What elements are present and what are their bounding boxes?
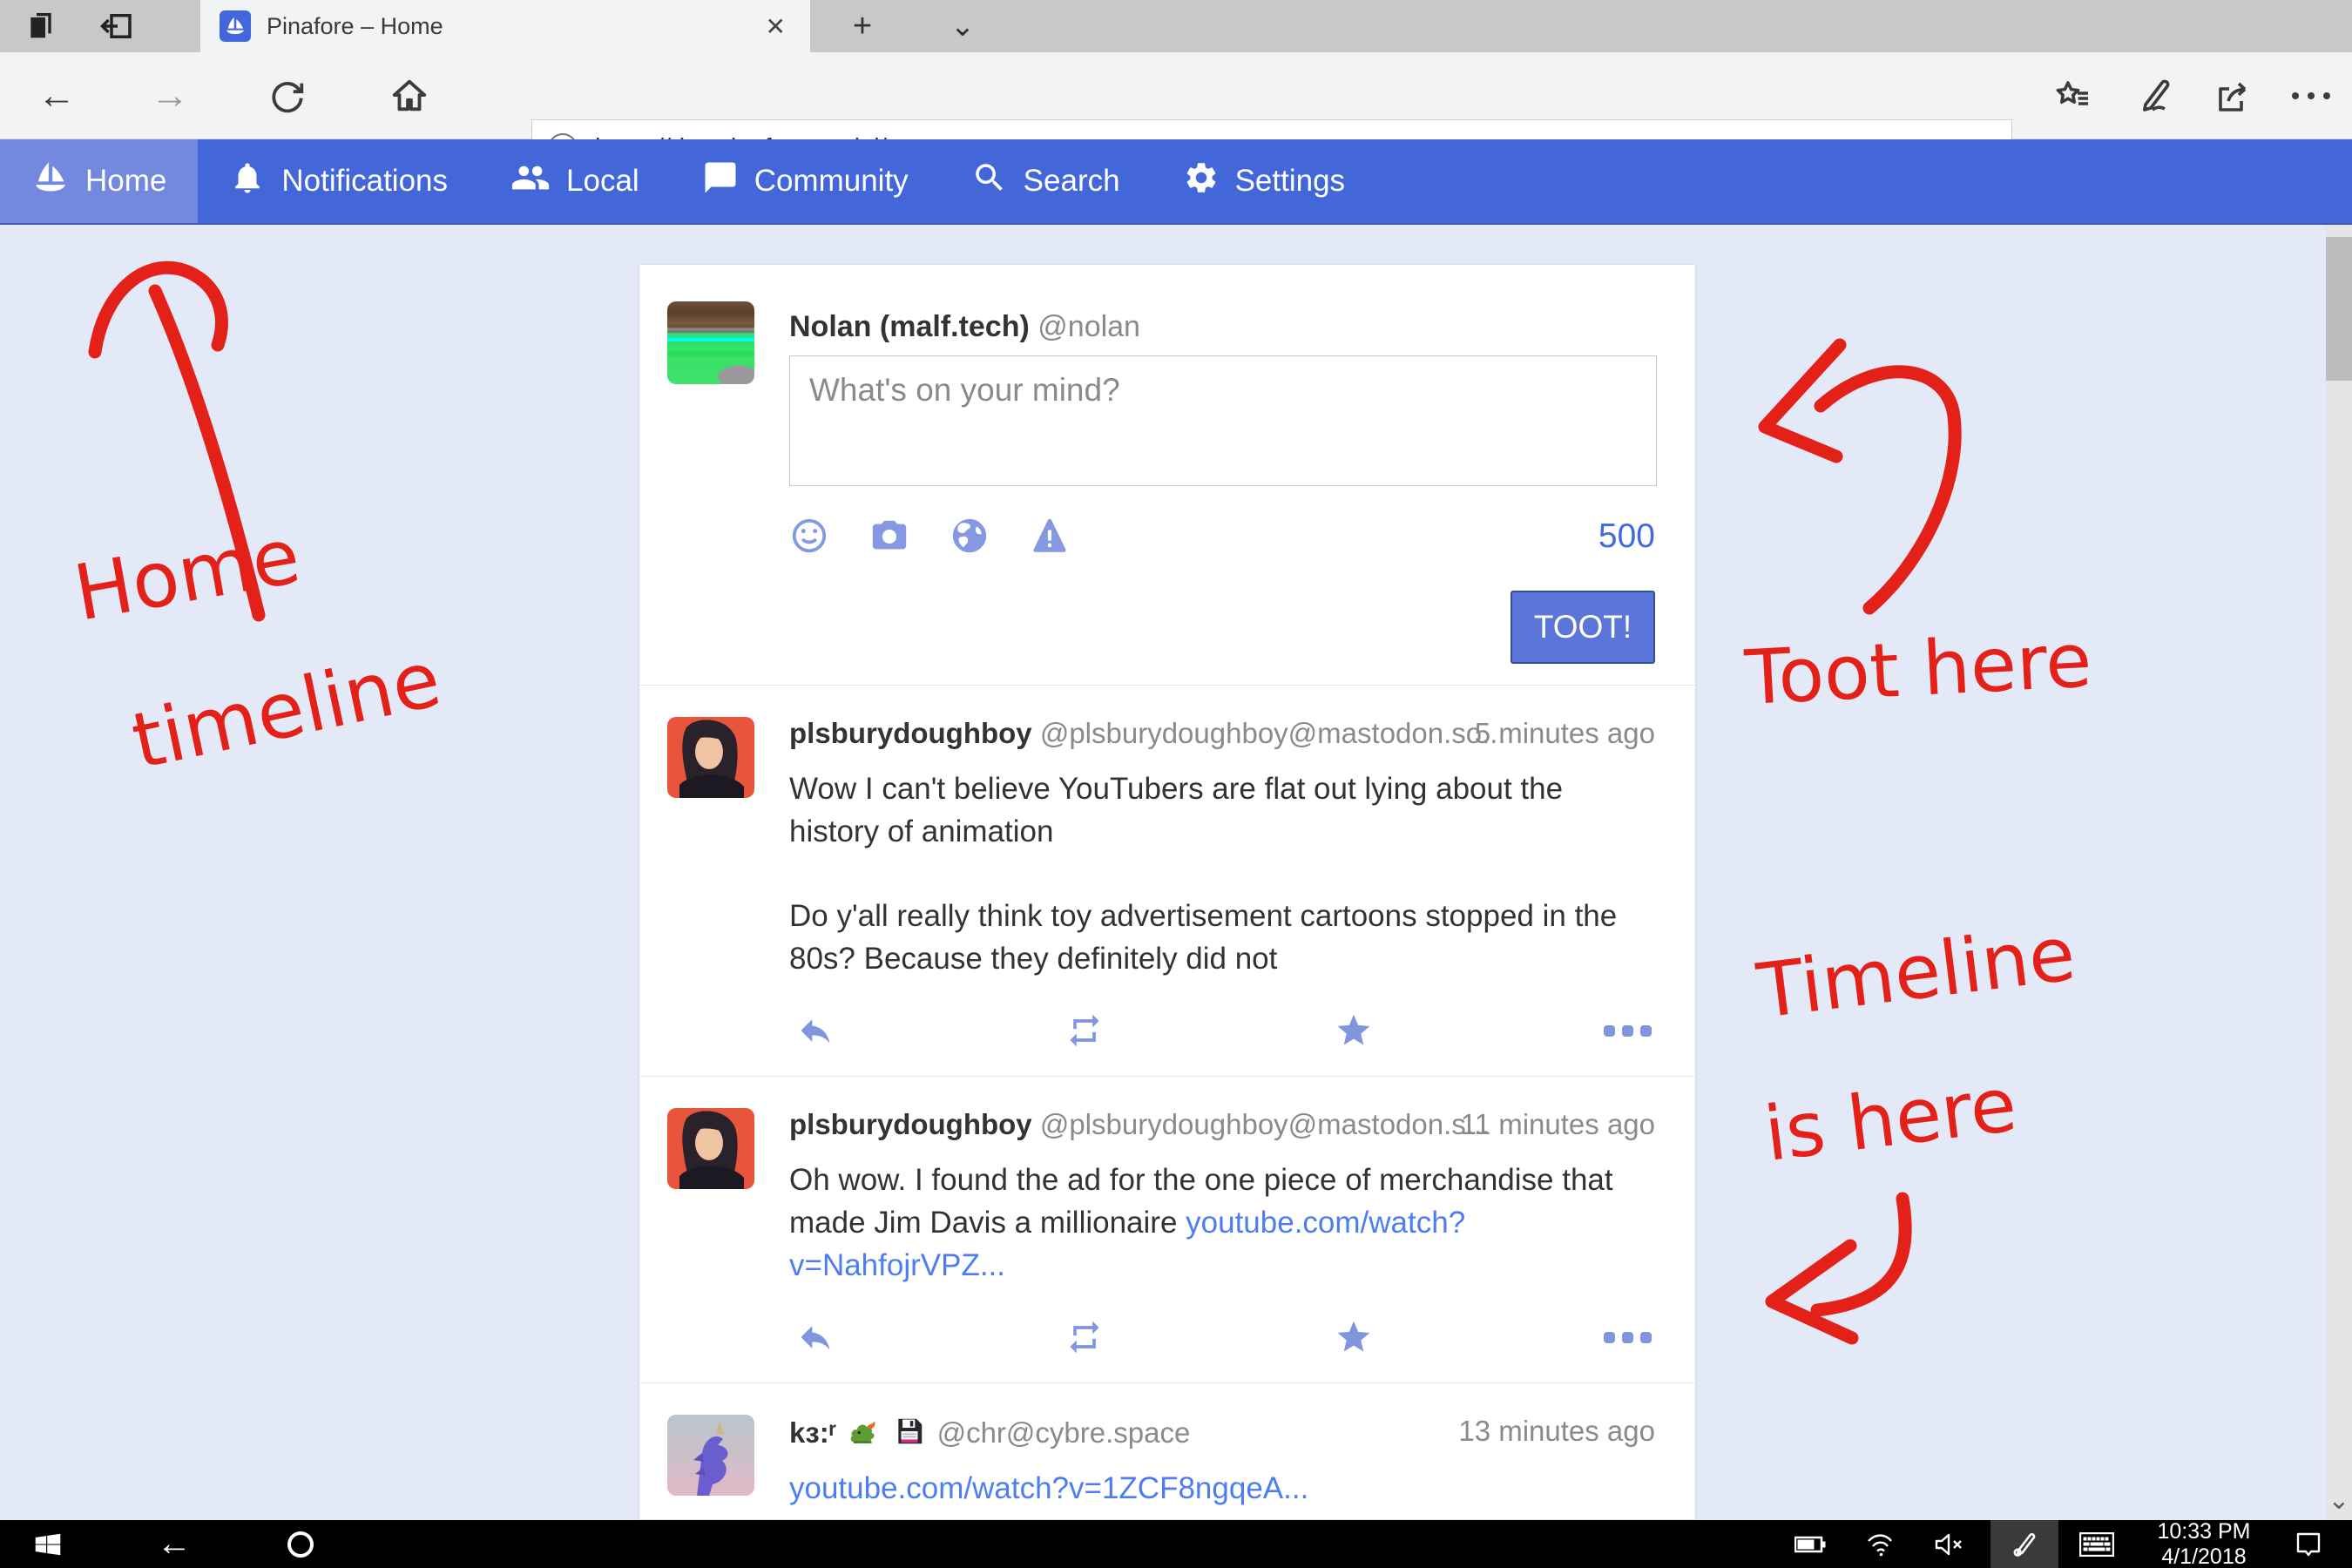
dragon-emoji	[847, 1415, 880, 1448]
avatar[interactable]	[667, 301, 754, 384]
more-options-icon[interactable]	[2272, 52, 2350, 139]
more-options-icon[interactable]	[1604, 1318, 1652, 1356]
pinafore-favicon	[220, 10, 251, 42]
toot-link[interactable]: youtube.com/watch?v=1ZCF8ngqeA...	[789, 1471, 1308, 1505]
browser-tab[interactable]: Pinafore – Home ✕	[200, 0, 810, 52]
new-tab-button[interactable]: +	[832, 0, 893, 52]
taskbar-clock[interactable]: 10:33 PM 4/1/2018	[2134, 1520, 2274, 1568]
boost-icon[interactable]	[1065, 1011, 1104, 1050]
boost-icon[interactable]	[1065, 1318, 1104, 1356]
people-icon	[510, 158, 551, 206]
action-center-icon[interactable]	[2278, 1520, 2339, 1568]
back-button[interactable]: ←	[17, 52, 96, 139]
set-tabs-aside-icon[interactable]	[87, 0, 148, 52]
more-options-icon[interactable]	[1604, 1011, 1652, 1050]
display-name[interactable]: plsburydoughboy	[789, 717, 1032, 749]
toot-item: 13 minutes ago kз:ʳ @chr@cybre.space you…	[639, 1382, 1695, 1520]
nav-label: Community	[754, 164, 909, 199]
nav-tab-settings[interactable]: Settings	[1152, 139, 1376, 223]
battery-icon[interactable]	[1784, 1520, 1836, 1568]
content-warning-icon[interactable]	[1030, 516, 1070, 556]
display-name[interactable]: kз:ʳ	[789, 1416, 836, 1449]
bell-icon	[229, 159, 266, 204]
avatar[interactable]	[667, 1415, 754, 1496]
tab-list-chevron-icon[interactable]: ⌄	[932, 0, 993, 52]
scrollbar-down-arrow[interactable]: ⌄	[2326, 1482, 2352, 1518]
timeline-column: Nolan (malf.tech) @nolan 500 TOOT!	[639, 264, 1696, 1520]
scrollbar-thumb[interactable]	[2326, 237, 2352, 381]
tab-close-icon[interactable]: ✕	[760, 12, 791, 41]
toot-item: 5 minutes ago plsburydoughboy @plsburydo…	[639, 685, 1695, 1076]
toot-button[interactable]: TOOT!	[1511, 591, 1655, 664]
tab-preview-icon[interactable]	[10, 0, 71, 52]
search-icon	[971, 159, 1008, 204]
touch-keyboard-icon[interactable]	[2066, 1520, 2127, 1568]
nav-tab-community[interactable]: Community	[671, 139, 940, 223]
pinafore-page: Nolan (malf.tech) @nolan 500 TOOT!	[0, 225, 2352, 1520]
browser-toolbar: ← → i https://dev.pinafore.social/	[0, 52, 2352, 139]
start-button[interactable]	[17, 1520, 78, 1568]
home-button[interactable]	[370, 52, 449, 139]
web-note-pen-button[interactable]	[2115, 52, 2193, 139]
avatar[interactable]	[667, 1108, 754, 1189]
favorite-star-icon[interactable]	[1335, 1318, 1373, 1356]
nav-tab-search[interactable]: Search	[940, 139, 1152, 223]
nav-label: Settings	[1235, 164, 1345, 199]
reply-icon[interactable]	[796, 1011, 835, 1050]
sailboat-icon	[31, 159, 70, 205]
favorite-star-icon[interactable]	[1335, 1011, 1373, 1050]
toot-text: Oh wow. I found the ad for the one piece…	[789, 1159, 1655, 1287]
refresh-button[interactable]	[248, 52, 327, 139]
char-count: 500	[1598, 517, 1655, 556]
nav-label: Local	[566, 164, 639, 199]
avatar[interactable]	[667, 717, 754, 798]
chat-bubble-icon	[702, 159, 739, 204]
toot-timestamp: 13 minutes ago	[1458, 1415, 1655, 1448]
account-handle: @nolan	[1037, 310, 1140, 343]
cortana-button[interactable]	[270, 1520, 331, 1568]
nav-label: Search	[1024, 164, 1120, 199]
reply-icon[interactable]	[796, 1318, 835, 1356]
account-handle[interactable]: @plsburydoughboy@mastodon.so...	[1040, 717, 1506, 749]
hub-favorites-button[interactable]	[2034, 52, 2112, 139]
page-scrollbar[interactable]: ⌄	[2326, 225, 2352, 1520]
nav-tab-home[interactable]: Home	[0, 139, 198, 223]
gear-icon	[1183, 159, 1220, 204]
windows-taskbar: ← 10:33 PM 4/1/2018	[0, 1520, 2352, 1568]
share-button[interactable]	[2193, 52, 2272, 139]
toot-text: Wow I can't believe YouTubers are flat o…	[789, 767, 1655, 853]
windows-ink-pen-icon[interactable]	[1990, 1520, 2058, 1568]
display-name[interactable]: plsburydoughboy	[789, 1108, 1032, 1140]
nav-label: Notifications	[281, 164, 448, 199]
taskbar-back-button[interactable]: ←	[144, 1520, 205, 1568]
toot-text: Do y'all really think toy advertisement …	[789, 895, 1655, 980]
account-handle[interactable]: @plsburydoughboy@mastodon.s...	[1040, 1108, 1490, 1140]
forward-button[interactable]: →	[131, 52, 209, 139]
toot-item: 11 minutes ago plsburydoughboy @plsburyd…	[639, 1076, 1695, 1382]
nav-label: Home	[85, 164, 166, 199]
pinafore-navbar: Home Notifications Local Community Searc…	[0, 139, 2352, 225]
volume-muted-icon[interactable]	[1921, 1520, 1977, 1568]
camera-icon[interactable]	[869, 516, 909, 556]
clock-time: 10:33 PM	[2157, 1519, 2250, 1544]
floppy-disk-emoji	[893, 1415, 926, 1448]
wifi-icon[interactable]	[1854, 1520, 1906, 1568]
compose-box: Nolan (malf.tech) @nolan 500 TOOT!	[639, 265, 1695, 685]
tab-title: Pinafore – Home	[267, 13, 760, 40]
compose-input[interactable]	[789, 355, 1657, 486]
browser-tab-strip: Pinafore – Home ✕ + ⌄	[0, 0, 2352, 52]
nav-tab-notifications[interactable]: Notifications	[198, 139, 479, 223]
nav-tab-local[interactable]: Local	[479, 139, 671, 223]
clock-date: 4/1/2018	[2161, 1544, 2246, 1568]
emoji-icon[interactable]	[789, 516, 829, 556]
display-name: Nolan (malf.tech)	[789, 310, 1030, 343]
account-handle[interactable]: @chr@cybre.space	[937, 1416, 1191, 1449]
globe-icon[interactable]	[950, 516, 990, 556]
